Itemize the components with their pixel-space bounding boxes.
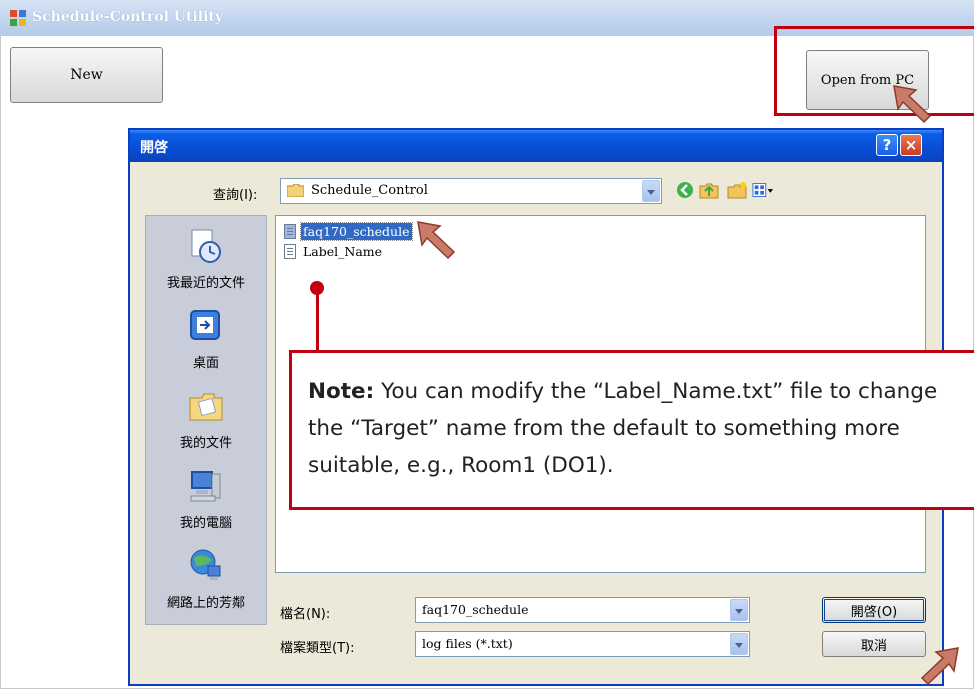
place-label: 我最近的文件 [166, 276, 245, 291]
folder-icon [287, 184, 304, 197]
look-in-dropdown[interactable]: Schedule_Control [280, 178, 662, 204]
chevron-down-icon[interactable] [642, 180, 660, 202]
my-documents-icon [189, 393, 223, 421]
note-body: You can modify the “Label_Name.txt” file… [308, 379, 938, 478]
file-type-dropdown[interactable]: log files (*.txt) [415, 631, 750, 657]
text-file-icon [284, 243, 296, 259]
open-button[interactable]: 開啓(O) [822, 597, 926, 623]
callout-dot [310, 281, 324, 295]
text-file-icon [284, 223, 296, 239]
pointer-arrow-icon [893, 85, 932, 124]
place-my-documents[interactable]: 我的文件 [146, 388, 266, 451]
views-icon[interactable] [752, 179, 774, 201]
look-in-value: Schedule_Control [311, 183, 428, 198]
my-computer-icon [190, 471, 221, 502]
file-name-value: faq170_schedule [422, 602, 529, 617]
file-name: Label_Name [303, 243, 383, 259]
new-folder-icon[interactable] [726, 179, 748, 201]
look-in-label: 查詢(I): [213, 188, 258, 203]
file-name: faq170_schedule [300, 221, 413, 241]
app-icon [10, 10, 26, 26]
place-label: 我的文件 [179, 436, 232, 451]
chevron-down-icon[interactable] [730, 599, 748, 621]
file-item[interactable]: Label_Name [284, 242, 384, 260]
network-places-icon [190, 549, 221, 580]
place-label: 我的電腦 [179, 516, 232, 531]
help-button[interactable]: ? [876, 134, 898, 156]
file-type-label: 檔案類型(T): [280, 641, 355, 656]
place-desktop[interactable]: 桌面 [146, 308, 266, 371]
note-label: Note: [308, 379, 375, 404]
note-callout-box: Note: You can modify the “Label_Name.txt… [289, 350, 974, 510]
back-icon[interactable] [674, 179, 696, 201]
desktop-icon [190, 310, 220, 340]
up-folder-icon[interactable] [698, 179, 720, 201]
place-my-computer[interactable]: 我的電腦 [146, 468, 266, 531]
close-button[interactable]: × [900, 134, 922, 156]
file-item[interactable]: faq170_schedule [284, 221, 413, 241]
cancel-button[interactable]: 取消 [822, 631, 926, 657]
place-label: 桌面 [192, 356, 219, 371]
place-recent-documents[interactable]: 我最近的文件 [146, 228, 266, 291]
file-name-label: 檔名(N): [280, 607, 331, 622]
note-text: Note: You can modify the “Label_Name.txt… [308, 373, 958, 484]
new-button[interactable]: New [10, 47, 163, 103]
place-network-places[interactable]: 網路上的芳鄰 [146, 548, 266, 611]
file-name-input[interactable]: faq170_schedule [415, 597, 750, 623]
open-button-highlight-box [774, 26, 974, 116]
dialog-title: 開啓 [140, 140, 168, 156]
pointer-arrow-icon [417, 221, 456, 260]
place-label: 網路上的芳鄰 [166, 596, 245, 611]
chevron-down-icon[interactable] [730, 633, 748, 655]
app-title: Schedule-Control Utility [32, 9, 223, 25]
recent-documents-icon [191, 229, 221, 263]
callout-line [316, 294, 319, 354]
pointer-arrow-icon [920, 647, 959, 686]
dialog-title-bar: 開啓 ? × [130, 130, 942, 162]
file-type-value: log files (*.txt) [422, 636, 513, 651]
places-bar: 我最近的文件 桌面 我的文件 我的電腦 網路上的芳鄰 [145, 215, 267, 625]
